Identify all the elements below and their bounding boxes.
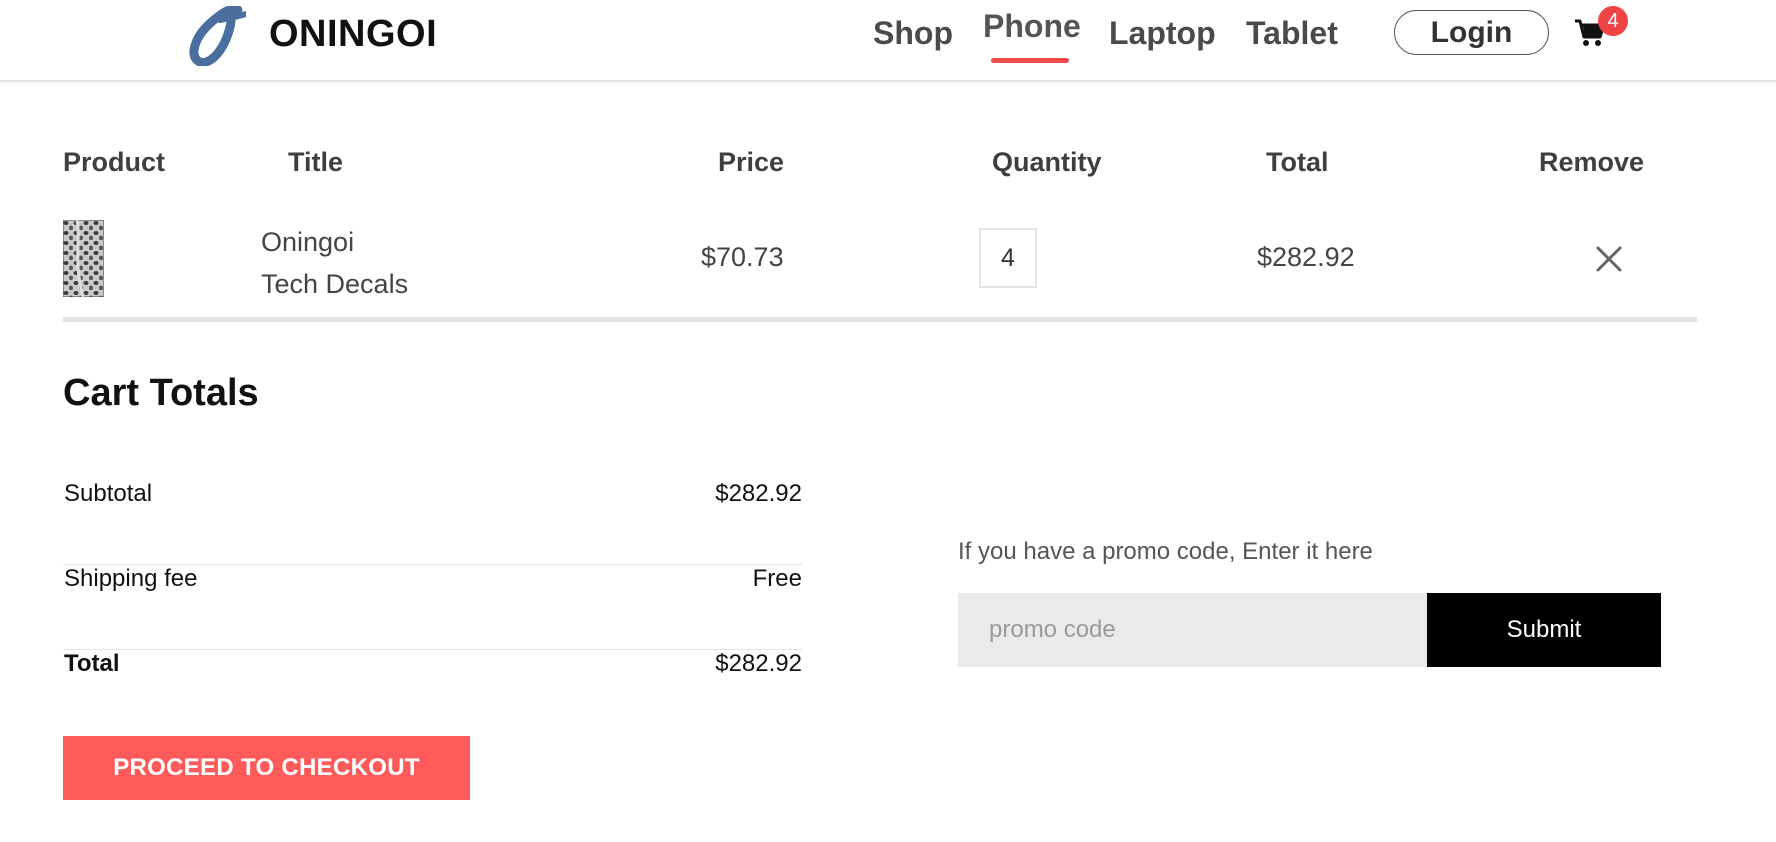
subtotal-label: Subtotal [64, 480, 153, 507]
shipping-label: Shipping fee [64, 565, 198, 592]
product-title-line1: Oningoi [261, 227, 355, 257]
product-title-line2: Tech Decals [261, 269, 409, 299]
nav-active-indicator [991, 58, 1069, 63]
nav-laptop[interactable]: Laptop [1109, 15, 1216, 52]
total-row: Total $282.92 [63, 650, 802, 735]
col-header-product: Product [63, 147, 166, 177]
subtotal-row: Subtotal $282.92 [63, 480, 802, 565]
brand-name[interactable]: ONINGOI [269, 13, 437, 56]
proceed-to-checkout-button[interactable]: PROCEED TO CHECKOUT [63, 736, 470, 800]
close-icon[interactable] [1595, 245, 1623, 273]
promo-code-input[interactable] [958, 593, 1428, 667]
product-price: $70.73 [701, 242, 784, 272]
product-line-total: $282.92 [1257, 242, 1355, 272]
nav-shop[interactable]: Shop [873, 15, 953, 52]
promo-submit-button[interactable]: Submit [1427, 593, 1661, 667]
login-button[interactable]: Login [1394, 10, 1549, 55]
col-header-title: Title [288, 147, 344, 177]
oningoi-logo-icon[interactable] [186, 6, 246, 66]
total-label: Total [64, 650, 120, 677]
col-header-total: Total [1266, 147, 1329, 177]
shipping-row: Shipping fee Free [63, 565, 802, 650]
col-header-remove: Remove [1539, 147, 1645, 177]
col-header-price: Price [718, 147, 785, 177]
cart-totals-heading: Cart Totals [63, 372, 259, 414]
top-navbar: ONINGOI Shop Phone Laptop Tablet Login 4 [0, 0, 1776, 82]
table-divider [63, 317, 1697, 322]
nav-tablet[interactable]: Tablet [1246, 15, 1338, 52]
nav-phone[interactable]: Phone [983, 8, 1081, 45]
product-title[interactable]: Oningoi Tech Decals [261, 221, 408, 305]
subtotal-value: $282.92 [715, 480, 802, 507]
product-thumbnail[interactable] [63, 220, 104, 297]
quantity-input[interactable]: 4 [979, 228, 1037, 288]
total-value: $282.92 [715, 650, 802, 677]
col-header-quantity: Quantity [992, 147, 1102, 177]
promo-label: If you have a promo code, Enter it here [958, 538, 1373, 565]
cart-count-badge: 4 [1598, 6, 1628, 36]
shipping-value: Free [752, 565, 802, 592]
